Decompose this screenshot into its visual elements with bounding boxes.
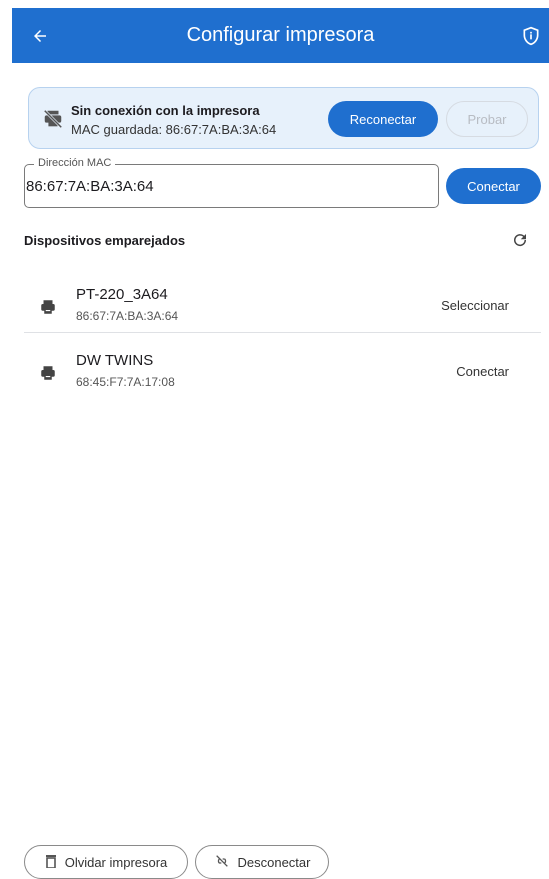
list-item[interactable]: DW TWINS 68:45:F7:7A:17:08 Conectar xyxy=(24,342,541,402)
mac-address-field[interactable]: Dirección MAC 86:67:7A:BA:3A:64 xyxy=(24,157,439,208)
paired-devices-title: Dispositivos emparejados xyxy=(24,233,186,248)
mac-address-label: Dirección MAC xyxy=(34,157,116,169)
forget-printer-label: Olvidar impresora xyxy=(64,854,168,870)
list-item[interactable]: PT-220_3A64 86:67:7A:BA:3A:64 Selecciona… xyxy=(24,276,541,336)
saved-mac-text: MAC guardada: 86:67:7A:BA:3A:64 xyxy=(71,122,277,137)
forget-printer-button[interactable]: Olvidar impresora xyxy=(24,845,188,879)
device-name: PT-220_3A64 xyxy=(76,286,168,303)
disconnect-label: Desconectar xyxy=(237,854,311,870)
printer-icon xyxy=(39,298,57,316)
link-off-icon xyxy=(214,853,230,872)
refresh-icon[interactable] xyxy=(511,231,531,251)
select-device-button[interactable]: Seleccionar xyxy=(441,298,509,313)
trash-icon xyxy=(45,854,57,871)
arrow-left-icon[interactable] xyxy=(28,24,52,48)
device-mac: 86:67:7A:BA:3A:64 xyxy=(76,309,179,323)
app-bar: Configurar impresora xyxy=(12,8,549,63)
connection-status-card: Sin conexión con la impresora MAC guarda… xyxy=(28,87,539,149)
page-title: Configurar impresora xyxy=(186,24,375,46)
divider xyxy=(24,332,541,333)
disconnect-button[interactable]: Desconectar xyxy=(195,845,329,879)
device-mac: 68:45:F7:7A:17:08 xyxy=(76,375,175,389)
printer-off-icon xyxy=(42,108,64,130)
device-name: DW TWINS xyxy=(76,352,154,369)
test-button[interactable]: Probar xyxy=(446,101,528,137)
status-title: Sin conexión con la impresora xyxy=(71,103,260,118)
reconnect-button[interactable]: Reconectar xyxy=(328,101,438,137)
connect-button[interactable]: Conectar xyxy=(446,168,541,204)
connect-device-button[interactable]: Conectar xyxy=(456,364,509,379)
mac-address-value[interactable]: 86:67:7A:BA:3A:64 xyxy=(26,178,154,195)
printer-icon xyxy=(39,364,57,382)
shield-info-icon[interactable] xyxy=(519,24,543,48)
